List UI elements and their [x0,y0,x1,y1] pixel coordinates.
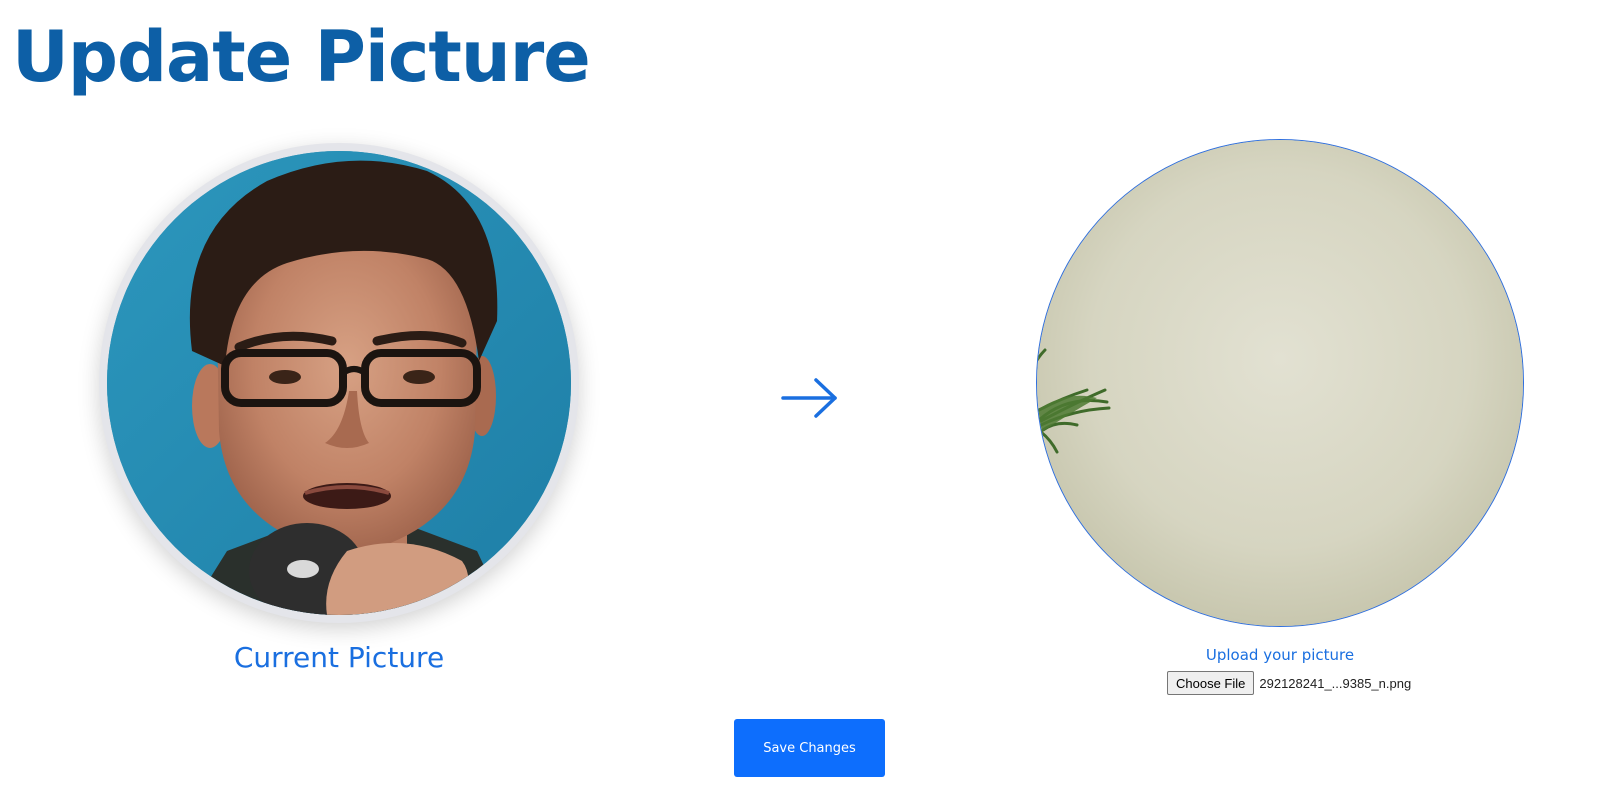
choose-file-button[interactable]: Choose File [1167,671,1255,695]
update-picture-page: Update Picture Current Picture Upload yo… [0,0,1606,797]
save-changes-button[interactable]: Save Changes [734,719,885,777]
page-title: Update Picture [12,16,591,98]
file-input[interactable]: Choose File 292128241_...9385_n.png [1167,671,1411,695]
current-picture-image [107,151,571,615]
preview-image-illustration [1037,140,1523,626]
current-picture-caption: Current Picture [233,641,445,674]
arrow-right-icon [780,376,840,420]
current-picture-frame [99,143,579,623]
upload-picture-label: Upload your picture [1205,646,1355,664]
person-photo-illustration [107,151,571,615]
new-picture-preview [1036,139,1524,627]
selected-file-name: 292128241_...9385_n.png [1259,675,1412,691]
